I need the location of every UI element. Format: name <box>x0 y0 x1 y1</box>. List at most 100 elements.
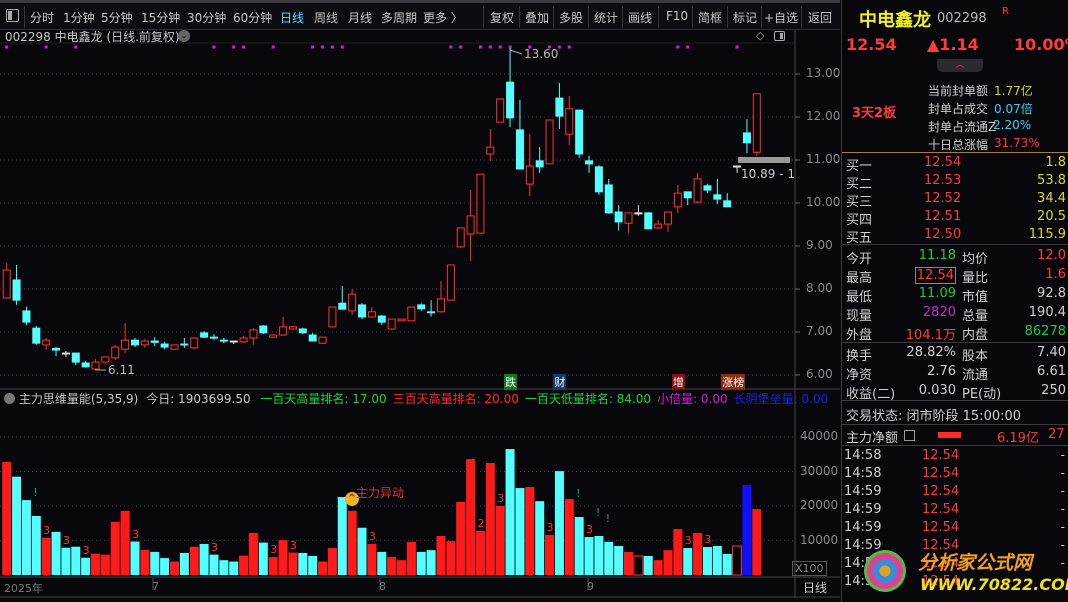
candle-body <box>663 211 672 225</box>
signal-dot <box>508 45 512 49</box>
candle-body <box>219 339 228 342</box>
price-range-bar <box>738 157 790 163</box>
stat-value: 11.09 <box>918 286 956 301</box>
volume-bar <box>61 547 71 575</box>
chevron-down-icon[interactable]: ⌄ <box>178 30 190 42</box>
bid-label: 买一 <box>846 159 873 174</box>
signal-dot <box>74 45 78 49</box>
volume-bar <box>298 552 308 575</box>
signal-dot <box>498 45 502 49</box>
volume-marker: 3 <box>586 523 594 537</box>
tick-price: 12.54 <box>922 484 960 499</box>
volume-bar <box>337 497 347 575</box>
volume-bar <box>239 555 249 575</box>
volume-bar <box>258 542 268 575</box>
volume-bar <box>21 500 31 575</box>
diamond-icon[interactable]: ◇ <box>756 29 764 42</box>
signal-dot <box>557 45 561 49</box>
stat-label: 最低 <box>846 290 873 305</box>
bid-price[interactable]: 12.50 <box>924 227 961 242</box>
volume-bar <box>752 509 762 575</box>
candle-body <box>624 212 633 224</box>
candle-body <box>585 160 594 165</box>
main-net-label: 主力净额 <box>846 431 899 446</box>
volume-bar <box>683 548 693 575</box>
candle-body <box>328 306 337 328</box>
bid-price[interactable]: 12.52 <box>924 191 961 206</box>
tick-time: 14:59 <box>844 520 882 535</box>
candle-body <box>604 184 613 214</box>
volume-marker: 3 <box>368 529 376 543</box>
period-label[interactable]: 日线 <box>803 579 827 596</box>
tick-dash: - <box>1060 448 1065 462</box>
price-tick-label: 6.00 <box>806 367 833 381</box>
event-tag[interactable]: 财 <box>553 374 567 390</box>
candle-body <box>377 315 386 323</box>
bid-price[interactable]: 12.53 <box>924 173 961 188</box>
price-tick-label: 9.00 <box>806 238 833 252</box>
signal-dot <box>686 45 690 49</box>
indicator-item: 长阴堡垒量: 0.00 <box>733 392 829 406</box>
candle-body <box>91 361 100 370</box>
kline-chart[interactable] <box>0 0 840 602</box>
bid-price[interactable]: 12.51 <box>924 209 961 224</box>
volume-bar <box>594 536 604 575</box>
chevron-down-icon[interactable] <box>4 393 15 404</box>
price-tick-label: 10.00 <box>806 195 841 209</box>
candle-body <box>752 93 761 153</box>
tick-price: 12.54 <box>922 466 960 481</box>
trade-status: 交易状态: 闭市阶段 15:00:00 <box>846 409 1022 424</box>
price-tick-label: 7.00 <box>806 324 833 338</box>
bid-volume: 53.8 <box>1037 173 1066 188</box>
volume-bar <box>466 459 476 575</box>
candle-body <box>703 185 712 191</box>
candle-body <box>22 310 31 323</box>
event-tag[interactable]: 涨榜 <box>721 374 746 390</box>
tick-dash: - <box>1060 520 1065 534</box>
volume-bar <box>357 527 367 575</box>
stat-label: 现量 <box>846 309 873 324</box>
volume-bar <box>51 531 61 575</box>
signal-dot <box>242 45 246 49</box>
tick-time: 14:59 <box>844 502 882 517</box>
panel-layout-icon[interactable] <box>774 31 785 41</box>
volume-bar <box>327 548 337 575</box>
price-tick-label: 11.00 <box>806 152 841 166</box>
collapse-button[interactable]: ︿ <box>937 59 983 72</box>
signal-dot <box>459 45 463 49</box>
candle-body <box>101 356 110 363</box>
candle-body <box>2 269 11 299</box>
indicator-item: 小倍量: 0.00 <box>657 392 728 406</box>
stat-value: 2.76 <box>927 364 956 379</box>
bid-price[interactable]: 12.54 <box>924 155 961 170</box>
tick-time: 14:58 <box>844 466 882 481</box>
list-icon[interactable] <box>904 430 915 441</box>
volume-bar <box>31 516 41 575</box>
candle-body <box>387 318 396 330</box>
signal-dot <box>567 45 571 49</box>
volume-marker: ! <box>605 511 611 525</box>
price-change-pct: 10.00% <box>1014 35 1068 54</box>
watermark: 分析家公式网 WWW.70822.COM <box>860 544 1068 600</box>
candle-body <box>140 340 149 346</box>
price-tick-label: 13.00 <box>806 66 841 80</box>
indicator-item: 三百天高量排名: 20.00 <box>392 392 519 406</box>
candle-body <box>545 119 554 165</box>
candle-body <box>723 200 732 208</box>
stat-label: 内盘 <box>962 328 989 343</box>
candle-body <box>111 346 120 359</box>
stock-name: 中电鑫龙 <box>859 10 931 31</box>
candle-body <box>150 340 159 343</box>
signal-dot <box>340 45 344 49</box>
volume-bar <box>574 517 584 575</box>
volume-bar <box>278 540 288 575</box>
r-badge: R <box>1002 6 1009 17</box>
volume-bar <box>71 546 81 575</box>
stock-code: 002298 <box>937 11 987 26</box>
event-tag[interactable]: 跌 <box>504 374 518 390</box>
event-tag[interactable]: 增 <box>671 374 685 390</box>
stat-label: 总量 <box>962 309 989 324</box>
volume-bar <box>426 550 436 575</box>
volume-bar <box>702 547 712 575</box>
volume-bar <box>515 488 525 575</box>
